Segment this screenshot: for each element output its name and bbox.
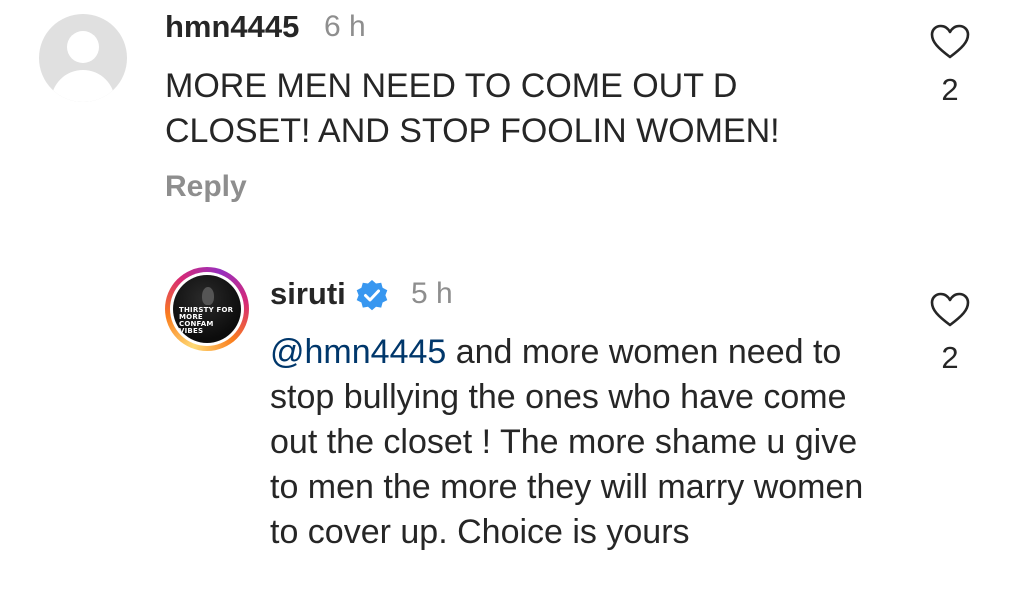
avatar-figure-shape bbox=[202, 287, 214, 305]
avatar-story-ring[interactable]: THIRSTY FOR MORE CONFAM VIBES bbox=[165, 267, 249, 351]
comment-username[interactable]: siruti bbox=[270, 276, 346, 312]
avatar-body-shape bbox=[51, 70, 115, 102]
like-count[interactable]: 2 bbox=[930, 340, 970, 376]
comment-timestamp: 6 h bbox=[324, 10, 366, 43]
avatar-logo-text: THIRSTY FOR MORE CONFAM VIBES bbox=[179, 306, 234, 335]
comment-timestamp: 5 h bbox=[411, 277, 453, 310]
comment-text: @hmn4445 and more women need to stop bul… bbox=[270, 330, 890, 555]
avatar: THIRSTY FOR MORE CONFAM VIBES bbox=[170, 272, 244, 346]
verified-badge-icon bbox=[356, 280, 388, 311]
avatar-head-shape bbox=[67, 31, 99, 63]
heart-icon[interactable] bbox=[930, 292, 970, 328]
like-count[interactable]: 2 bbox=[930, 72, 970, 108]
comment-text: MORE MEN NEED TO COME OUT D CLOSET! AND … bbox=[165, 67, 780, 150]
mention-link[interactable]: @hmn4445 bbox=[270, 333, 446, 371]
comment-username[interactable]: hmn4445 bbox=[165, 9, 299, 45]
avatar-image: THIRSTY FOR MORE CONFAM VIBES bbox=[173, 275, 241, 343]
avatar-default-icon[interactable] bbox=[39, 14, 127, 102]
heart-icon[interactable] bbox=[930, 24, 970, 60]
reply-button[interactable]: Reply bbox=[165, 170, 247, 204]
